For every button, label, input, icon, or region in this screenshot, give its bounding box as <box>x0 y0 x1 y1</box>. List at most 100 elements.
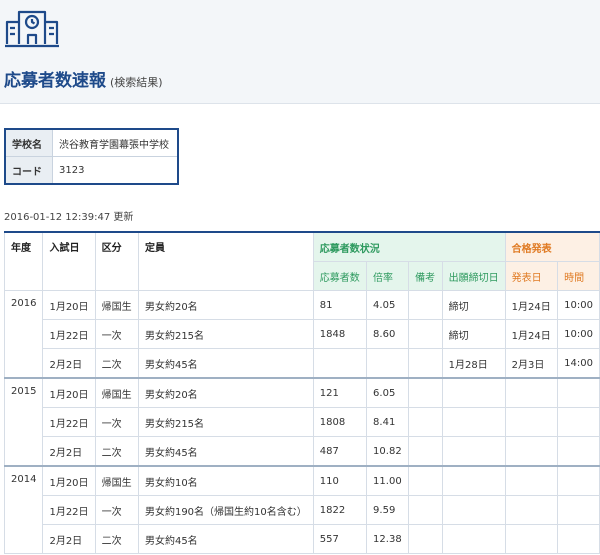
cell-capacity: 男女約20名 <box>137 290 314 320</box>
header-capacity: 定員 <box>137 231 314 291</box>
table-row: 1月22日 一次 男女約190名（帰国生約10名含む） 1822 9.59 <box>5 495 600 525</box>
cell-category: 帰国生 <box>94 377 139 408</box>
school-code-value: 3123 <box>52 156 179 185</box>
cell-result-date: 1月24日 <box>504 290 559 320</box>
page-subtitle: (検索結果) <box>110 76 163 89</box>
cell-applicants <box>312 348 368 379</box>
page-header: 応募者数速報 (検索結果) <box>0 0 600 104</box>
table-row: 1月22日 一次 男女約215名 1808 8.41 <box>5 407 600 437</box>
school-name-label: 学校名 <box>4 128 53 157</box>
cell-ratio: 6.05 <box>366 377 410 408</box>
header-notes: 備考 <box>408 261 443 291</box>
table-row: 2014 1月20日 帰国生 男女約10名 110 11.00 <box>3 465 600 554</box>
cell-ratio: 8.60 <box>366 319 410 349</box>
cell-category: 二次 <box>94 436 139 467</box>
table-row: 2016 1月20日 帰国生 男女約20名 81 4.05 締切 1月24日 10:00 <box>3 290 600 379</box>
cell-note <box>408 436 443 467</box>
cell-deadline <box>441 524 506 554</box>
cell-applicants: 1822 <box>312 495 368 525</box>
header-exam-date: 入試日 <box>42 231 96 291</box>
applicant-table: 年度 入試日 区分 定員 応募者数状況 合格発表 応募者数 倍率 備考 出願締切… <box>3 231 600 554</box>
table-header-row: 年度 入試日 区分 定員 応募者数状況 合格発表 <box>3 231 600 291</box>
table-row: 2015 1月20日 帰国生 男女約20名 121 6.05 <box>3 377 600 467</box>
cell-exam-date: 1月20日 <box>42 290 96 320</box>
cell-result-date <box>504 524 559 554</box>
table-body: 2016 1月20日 帰国生 男女約20名 81 4.05 締切 1月24日 10:00 1月22… <box>3 290 600 554</box>
cell-result-time: 14:00 <box>557 348 600 379</box>
school-info-table: 学校名 渋谷教育学園幕張中学校 コード 3123 <box>4 128 179 185</box>
table-row: 2月2日 二次 男女約45名 1月28日 2月3日 14:00 <box>5 348 600 379</box>
cell-ratio <box>366 348 410 379</box>
cell-year: 2016 <box>3 290 44 379</box>
cell-ratio: 12.38 <box>366 524 410 554</box>
cell-result-time <box>557 495 600 525</box>
cell-category: 二次 <box>94 348 139 379</box>
cell-deadline <box>441 465 506 496</box>
cell-capacity: 男女約45名 <box>137 524 314 554</box>
cell-deadline: 締切 <box>441 290 506 320</box>
cell-year: 2014 <box>3 465 44 554</box>
cell-deadline: 1月28日 <box>441 348 506 379</box>
cell-note <box>408 319 443 349</box>
cell-exam-date: 2月2日 <box>42 524 96 554</box>
cell-note <box>408 465 443 496</box>
cell-result-time <box>557 465 600 496</box>
cell-ratio: 9.59 <box>366 495 410 525</box>
cell-result-time: 10:00 <box>557 319 600 349</box>
cell-applicants: 81 <box>312 290 368 320</box>
cell-note <box>408 348 443 379</box>
cell-exam-date: 1月20日 <box>42 465 96 496</box>
school-code-label: コード <box>4 156 53 185</box>
header-applicants: 応募者数 <box>312 261 368 291</box>
updated-timestamp: 2016-01-12 12:39:47 更新 <box>4 212 134 223</box>
cell-applicants: 1808 <box>312 407 368 437</box>
page-title: 応募者数速報 (検索結果) <box>4 66 163 91</box>
cell-category: 一次 <box>94 319 139 349</box>
cell-note <box>408 524 443 554</box>
cell-result-date <box>504 436 559 467</box>
table-row: 1月22日 一次 男女約215名 1848 8.60 締切 1月24日 10:00 <box>5 319 600 349</box>
cell-category: 帰国生 <box>94 465 139 496</box>
cell-applicants: 557 <box>312 524 368 554</box>
cell-result-time: 10:00 <box>557 290 600 320</box>
cell-applicants: 1848 <box>312 319 368 349</box>
school-code-row: コード 3123 <box>4 156 179 185</box>
header-year: 年度 <box>3 231 44 291</box>
header-result-time: 時間 <box>557 261 600 291</box>
cell-category: 二次 <box>94 524 139 554</box>
cell-exam-date: 1月22日 <box>42 495 96 525</box>
cell-note <box>408 495 443 525</box>
cell-exam-date: 2月2日 <box>42 436 96 467</box>
cell-ratio: 4.05 <box>366 290 410 320</box>
page-title-text: 応募者数速報 <box>4 71 106 91</box>
cell-applicants: 487 <box>312 436 368 467</box>
cell-capacity: 男女約10名 <box>137 465 314 496</box>
cell-exam-date: 2月2日 <box>42 348 96 379</box>
cell-year: 2015 <box>3 377 44 467</box>
cell-ratio: 10.82 <box>366 436 410 467</box>
cell-applicants: 110 <box>312 465 368 496</box>
cell-deadline <box>441 407 506 437</box>
cell-note <box>408 290 443 320</box>
cell-applicants: 121 <box>312 377 368 408</box>
cell-category: 一次 <box>94 495 139 525</box>
cell-ratio: 8.41 <box>366 407 410 437</box>
header-ratio: 倍率 <box>366 261 410 291</box>
cell-capacity: 男女約45名 <box>137 348 314 379</box>
cell-category: 帰国生 <box>94 290 139 320</box>
cell-category: 一次 <box>94 407 139 437</box>
cell-deadline: 締切 <box>441 319 506 349</box>
cell-exam-date: 1月22日 <box>42 407 96 437</box>
header-result-date: 発表日 <box>504 261 559 291</box>
header-category: 区分 <box>94 231 139 291</box>
header-result: 合格発表 <box>504 231 600 262</box>
cell-result-date <box>504 495 559 525</box>
cell-capacity: 男女約215名 <box>137 319 314 349</box>
cell-result-time <box>557 407 600 437</box>
cell-deadline <box>441 436 506 467</box>
cell-capacity: 男女約215名 <box>137 407 314 437</box>
cell-result-date: 2月3日 <box>504 348 559 379</box>
school-building-icon <box>5 10 59 48</box>
cell-capacity: 男女約45名 <box>137 436 314 467</box>
cell-result-time <box>557 377 600 408</box>
